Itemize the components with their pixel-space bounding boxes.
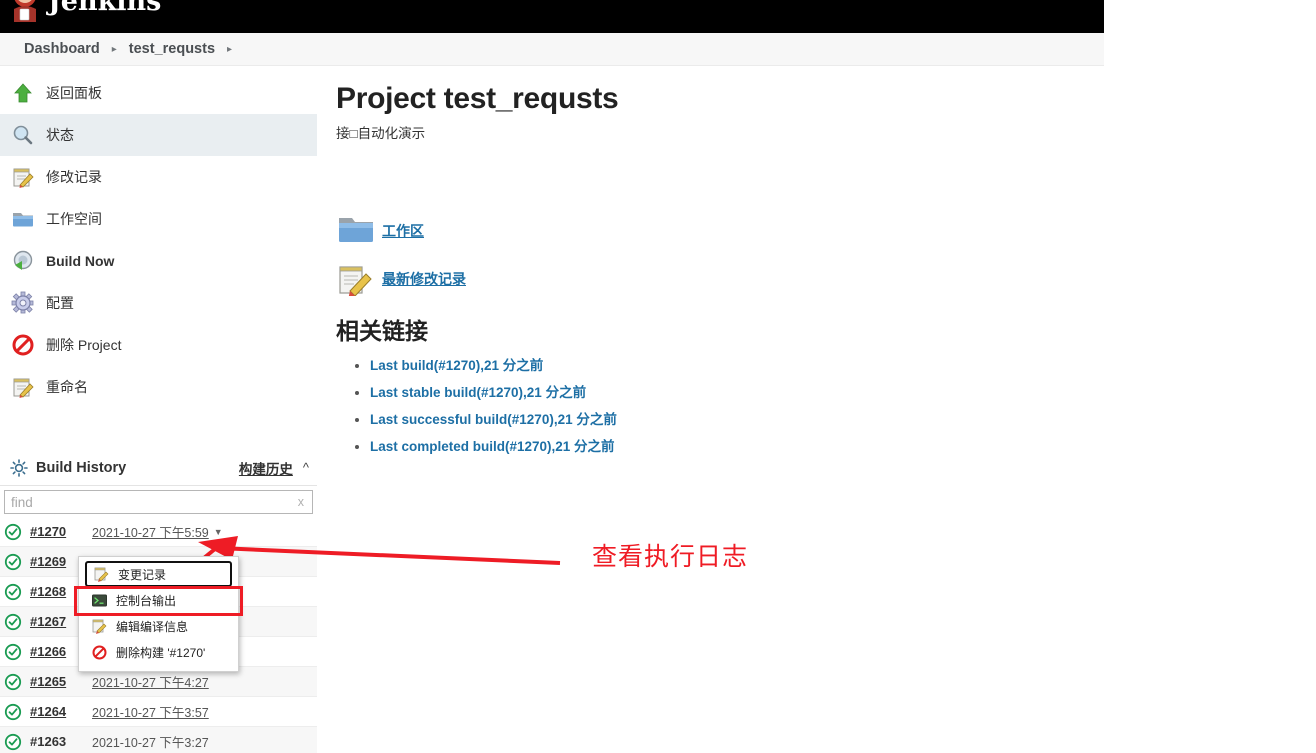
status-badge-success [4,523,22,541]
jenkins-brand[interactable]: Jenkins [8,0,161,22]
related-link-3[interactable]: Last completed build(#1270),21 分之前 [370,439,615,454]
breadcrumb-item-dashboard[interactable]: Dashboard [14,41,110,57]
folder-icon [10,206,36,232]
sidebar-item-label-2: 修改记录 [46,169,102,185]
clear-search-icon[interactable]: x [298,495,312,509]
breadcrumb: Dashboard ▸ test_requsts ▸ [0,33,1104,66]
related-link-1[interactable]: Last stable build(#1270),21 分之前 [370,385,586,400]
chevron-down-icon[interactable]: ▼ [214,527,223,537]
sun-gear-icon [10,458,28,477]
task-list: 返回面板 状态 修改记录 工作空间 Build Now 配置 删除 Projec… [0,72,317,408]
sidebar-item-status[interactable]: 状态 [0,114,317,156]
context-menu-label-1: 控制台输出 [116,593,177,608]
build-number-link[interactable]: #1265 [30,674,92,689]
context-menu-item-console-output[interactable]: 控制台输出 [79,587,238,613]
brand-title: Jenkins [48,0,162,17]
build-date-link[interactable]: 2021-10-27 下午5:59 [92,522,209,541]
context-menu-item-changes[interactable]: 变更记录 [85,561,232,587]
sidebar-item-label-1: 状态 [46,127,74,143]
magnifier-icon [10,122,36,148]
status-badge-success [4,643,22,661]
context-menu-item-edit-build-info[interactable]: 编辑编译信息 [79,613,238,639]
breadcrumb-item-project[interactable]: test_requsts [119,41,225,57]
build-date-link[interactable]: 2021-10-27 下午3:57 [92,702,209,721]
sidebar-item-rename[interactable]: 重命名 [0,366,317,408]
sidebar-item-label-0: 返回面板 [46,85,102,101]
context-menu-item-delete-build[interactable]: 删除构建 '#1270' [79,639,238,665]
status-badge-success [4,733,22,751]
sidebar-item-label-5: 配置 [46,295,74,311]
build-date-link[interactable]: 2021-10-27 下午4:27 [92,672,209,691]
sidebar-item-label-6: 删除 Project [46,337,122,353]
search-input[interactable] [5,491,298,513]
table-row[interactable]: #1270 2021-10-27 下午5:59 ▼ [0,517,317,547]
related-link-2[interactable]: Last successful build(#1270),21 分之前 [370,412,617,427]
jenkins-butler-logo [8,0,42,22]
folder-icon [336,214,376,248]
sidebar-item-back-to-dashboard[interactable]: 返回面板 [0,72,317,114]
status-badge-success [4,673,22,691]
status-badge-success [4,703,22,721]
sidebar-item-workspace[interactable]: 工作空间 [0,198,317,240]
project-description: 接□自动化演示 [336,126,426,141]
list-item: Last stable build(#1270),21 分之前 [370,381,1076,402]
sidebar-item-label-3: 工作空间 [46,211,102,227]
sidebar-item-label-4: Build Now [46,253,115,269]
top-header-bar: Jenkins [0,0,1104,33]
sidebar-item-delete-project[interactable]: 删除 Project [0,324,317,366]
quick-link-recent-changes[interactable]: 最新修改记录 [336,262,1076,298]
status-badge-success [4,613,22,631]
build-context-menu[interactable]: 变更记录 控制台输出 编辑编译信息 删除构建 '#1270' [78,556,239,672]
build-history-search[interactable]: x [4,490,313,514]
status-badge-success [4,583,22,601]
build-number-link[interactable]: #1270 [30,524,92,539]
sidebar-item-changes[interactable]: 修改记录 [0,156,317,198]
page-title: Project test_requsts [336,82,619,115]
notepad-pencil-icon-2 [91,618,108,635]
related-link-0[interactable]: Last build(#1270),21 分之前 [370,358,543,373]
table-row[interactable]: #1263 2021-10-27 下午3:27 [0,727,317,753]
list-item: Last successful build(#1270),21 分之前 [370,408,1076,429]
no-entry-icon [91,644,108,661]
build-number-link[interactable]: #1264 [30,704,92,719]
context-menu-label-2: 编辑编译信息 [116,619,189,634]
build-number-link[interactable]: #1263 [30,734,92,749]
table-row[interactable]: #1264 2021-10-27 下午3:57 [0,697,317,727]
up-arrow-icon [10,80,36,106]
related-links-heading: 相关链接 [336,318,428,344]
chevron-right-icon-2: ▸ [227,43,233,55]
build-history-search-wrap: x [0,486,317,517]
status-badge-success [4,553,22,571]
build-history-title: Build History [36,459,127,476]
no-entry-icon [10,332,36,358]
console-terminal-icon [91,592,108,609]
list-item: Last build(#1270),21 分之前 [370,354,1076,375]
sidebar: 返回面板 状态 修改记录 工作空间 Build Now 配置 删除 Projec… [0,72,317,408]
notepad-pencil-icon [10,164,36,190]
quick-link-workspace[interactable]: 工作区 [336,214,1076,248]
build-date-link[interactable]: 2021-10-27 下午3:27 [92,732,209,751]
notepad-pencil-icon-2 [10,374,36,400]
list-item: Last completed build(#1270),21 分之前 [370,435,1076,456]
build-history-link[interactable]: 构建历史 [239,458,293,478]
main-content: Project test_requsts 接□自动化演示 工作区 最新修改记录 … [336,82,1076,462]
chevron-up-icon[interactable]: ^ [303,460,309,475]
quick-link-label-0: 工作区 [382,223,424,239]
notepad-pencil-icon [336,262,376,298]
sidebar-item-label-7: 重命名 [46,379,88,395]
chevron-right-icon: ▸ [111,43,117,55]
quick-link-label-1: 最新修改记录 [382,271,466,287]
context-menu-label-0: 变更记录 [118,567,167,582]
gear-icon [10,290,36,316]
notepad-pencil-icon [93,566,110,583]
build-history-header: Build History 构建历史 ^ [0,450,317,486]
related-links-list: Last build(#1270),21 分之前 Last stable bui… [336,354,1076,456]
build-now-icon [10,248,36,274]
sidebar-item-build-now[interactable]: Build Now [0,240,317,282]
sidebar-item-configure[interactable]: 配置 [0,282,317,324]
context-menu-label-3: 删除构建 '#1270' [116,645,206,660]
